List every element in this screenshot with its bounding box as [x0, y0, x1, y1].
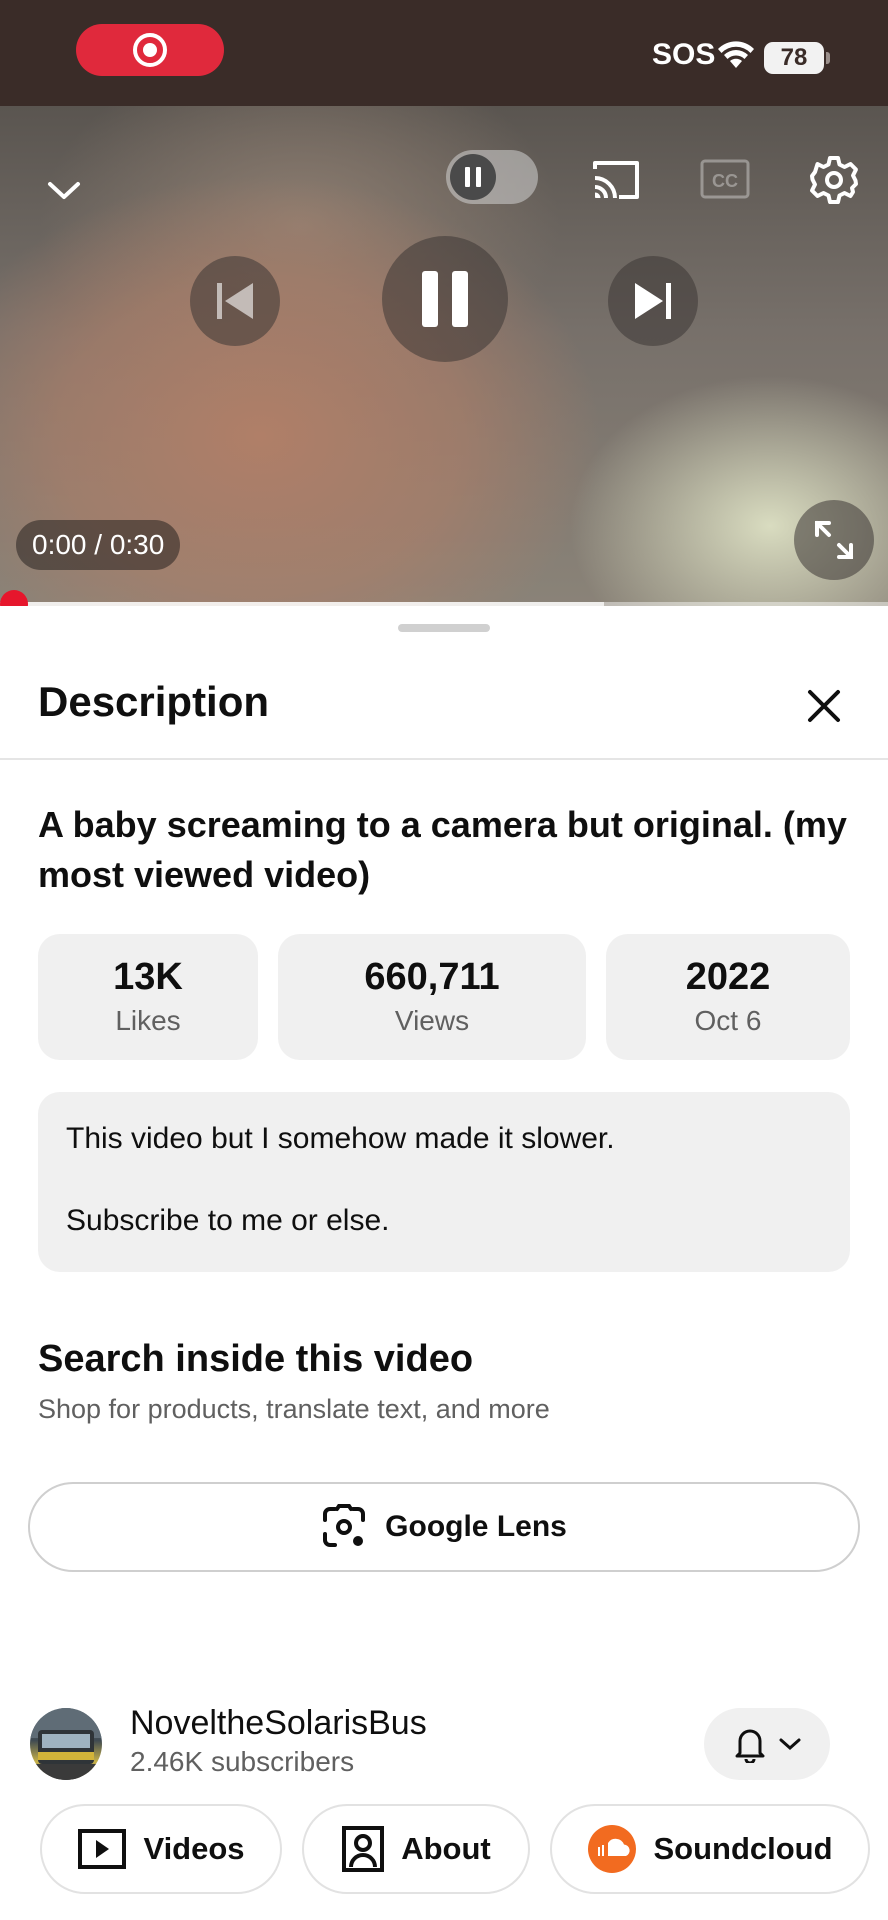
search-section-subtitle: Shop for products, translate text, and m…: [38, 1394, 550, 1424]
fullscreen-button[interactable]: [794, 500, 874, 580]
soundcloud-chip[interactable]: Soundcloud: [550, 1804, 870, 1894]
notification-settings-button[interactable]: [704, 1708, 830, 1780]
screen-recording-indicator[interactable]: [76, 24, 224, 76]
wifi-icon: [718, 41, 754, 68]
previous-button[interactable]: [190, 256, 280, 346]
header-divider: [0, 758, 888, 760]
settings-button[interactable]: [806, 152, 862, 208]
views-stat: 660,711 Views: [278, 934, 586, 1060]
videos-chip[interactable]: Videos: [40, 1804, 282, 1894]
battery-nub: [826, 52, 830, 64]
likes-count: 13K: [113, 956, 183, 998]
search-section-title: Search inside this video: [38, 1338, 474, 1380]
autoplay-pause-icon: [450, 154, 496, 200]
close-icon: [808, 690, 840, 722]
bus-avatar-image: [30, 1708, 102, 1780]
captions-button[interactable]: CC: [698, 156, 752, 202]
video-player[interactable]: CC 0:00 / 0:30: [0, 106, 888, 606]
svg-text:CC: CC: [712, 171, 738, 191]
previous-icon: [217, 283, 253, 319]
autoplay-toggle[interactable]: [446, 150, 538, 204]
play-pause-button[interactable]: [382, 236, 508, 362]
subscriber-count: 2.46K subscribers: [130, 1746, 355, 1777]
videos-chip-label: Videos: [143, 1831, 245, 1866]
cast-icon: [593, 161, 639, 199]
captions-icon: CC: [700, 159, 750, 199]
video-play-icon: [78, 1829, 127, 1869]
upload-date-stat: 2022 Oct 6: [606, 934, 850, 1060]
description-text-box: This video but I somehow made it slower.…: [38, 1092, 850, 1272]
bell-icon: [735, 1729, 765, 1763]
fullscreen-icon: [815, 521, 853, 559]
profile-icon: [342, 1826, 385, 1872]
video-title: A baby screaming to a camera but origina…: [38, 804, 847, 895]
google-lens-icon: [323, 1504, 366, 1547]
google-lens-button[interactable]: Google Lens: [28, 1482, 860, 1572]
settings-gear-icon: [810, 156, 858, 204]
carrier-label: SOS: [652, 38, 716, 71]
likes-label: Likes: [115, 1005, 181, 1036]
upload-year: 2022: [685, 956, 771, 998]
soundcloud-chip-label: Soundcloud: [653, 1831, 833, 1866]
next-button[interactable]: [608, 256, 698, 346]
about-chip[interactable]: About: [302, 1804, 530, 1894]
cast-button[interactable]: [586, 152, 646, 208]
minimize-button[interactable]: [40, 166, 88, 214]
sheet-title: Description: [38, 678, 270, 725]
description-sheet: Description A baby screaming to a camera…: [0, 606, 888, 1920]
channel-avatar[interactable]: [30, 1708, 102, 1780]
next-icon: [635, 283, 671, 319]
upload-date: Oct 6: [694, 1005, 762, 1036]
battery-indicator: 78: [764, 42, 824, 74]
google-lens-label: Google Lens: [385, 1510, 567, 1543]
scrubber-handle[interactable]: [0, 590, 28, 606]
close-button[interactable]: [800, 682, 848, 730]
channel-name[interactable]: NoveltheSolarisBus: [130, 1704, 427, 1743]
chevron-down-icon: [48, 182, 80, 199]
views-count: 660,711: [364, 956, 500, 998]
soundcloud-icon: [588, 1825, 637, 1873]
chevron-down-icon: [779, 1738, 801, 1751]
drag-handle[interactable]: [398, 624, 490, 632]
about-chip-label: About: [401, 1831, 491, 1866]
description-line: Subscribe to me or else.: [66, 1204, 390, 1237]
description-line: This video but I somehow made it slower.: [66, 1122, 615, 1155]
views-label: Views: [394, 1005, 470, 1036]
record-dot-icon: [143, 43, 157, 57]
status-bar: SOS 78: [0, 0, 888, 106]
pause-icon: [422, 271, 468, 327]
likes-stat: 13K Likes: [38, 934, 258, 1060]
time-display: 0:00 / 0:30: [16, 520, 181, 570]
